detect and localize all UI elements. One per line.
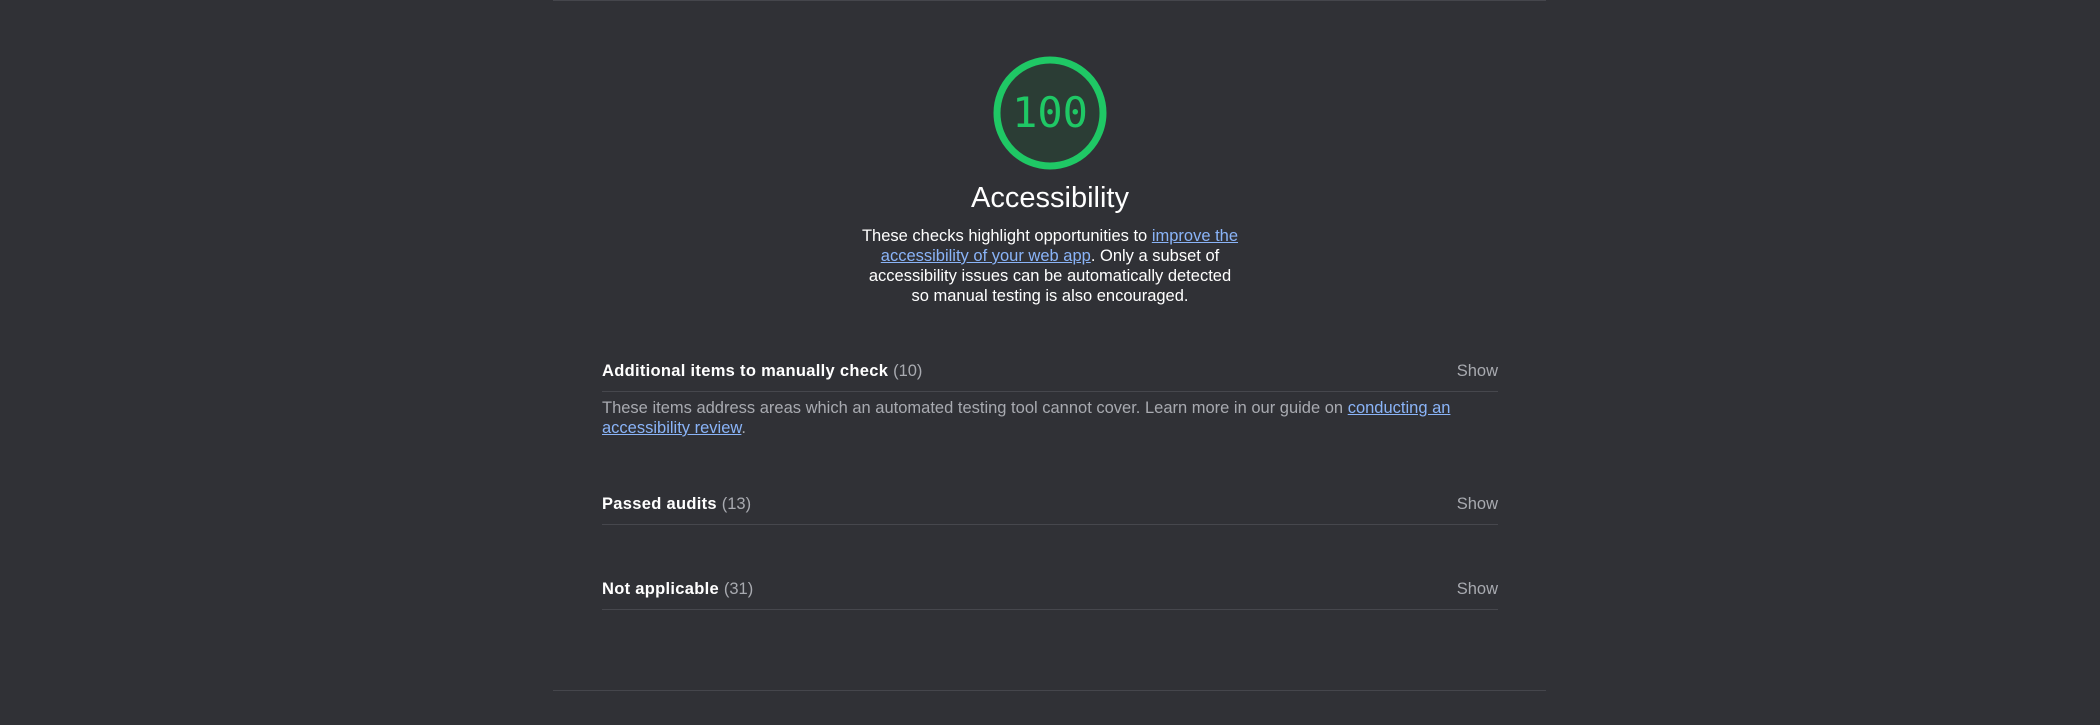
category-description: These checks highlight opportunities to … (858, 226, 1242, 306)
bottom-divider (553, 690, 1546, 691)
group-description: These items address areas which an autom… (602, 398, 1482, 438)
group-desc-before: These items address areas which an autom… (602, 399, 1348, 417)
group-count: (13) (721, 495, 752, 513)
score-gauge: 100 (991, 54, 1109, 172)
group-title-text: Passed audits (602, 495, 717, 513)
group-desc-after: . (741, 419, 746, 437)
score-value: 100 (1012, 88, 1088, 137)
group-title-text: Additional items to manually check (602, 362, 889, 380)
group-count: (31) (723, 580, 754, 598)
group-title: Additional items to manually check (10) (602, 362, 922, 381)
category-title: Accessibility (971, 182, 1129, 214)
group-count: (10) (893, 362, 923, 380)
not-applicable-header[interactable]: Not applicable (31) Show (602, 570, 1498, 610)
show-toggle-button[interactable]: Show (1457, 580, 1498, 599)
show-toggle-button[interactable]: Show (1457, 495, 1498, 514)
group-title: Passed audits (13) (602, 495, 751, 514)
group-title: Not applicable (31) (602, 580, 753, 599)
not-applicable-group: Not applicable (31) Show (602, 570, 1498, 610)
group-title-text: Not applicable (602, 580, 719, 598)
top-divider (553, 0, 1546, 1)
description-text-before: These checks highlight opportunities to (861, 227, 1152, 245)
passed-audits-group: Passed audits (13) Show (602, 485, 1498, 525)
manual-check-header[interactable]: Additional items to manually check (10) … (602, 352, 1498, 392)
show-toggle-button[interactable]: Show (1457, 362, 1498, 381)
manual-check-group: Additional items to manually check (10) … (602, 352, 1498, 438)
passed-audits-header[interactable]: Passed audits (13) Show (602, 485, 1498, 525)
